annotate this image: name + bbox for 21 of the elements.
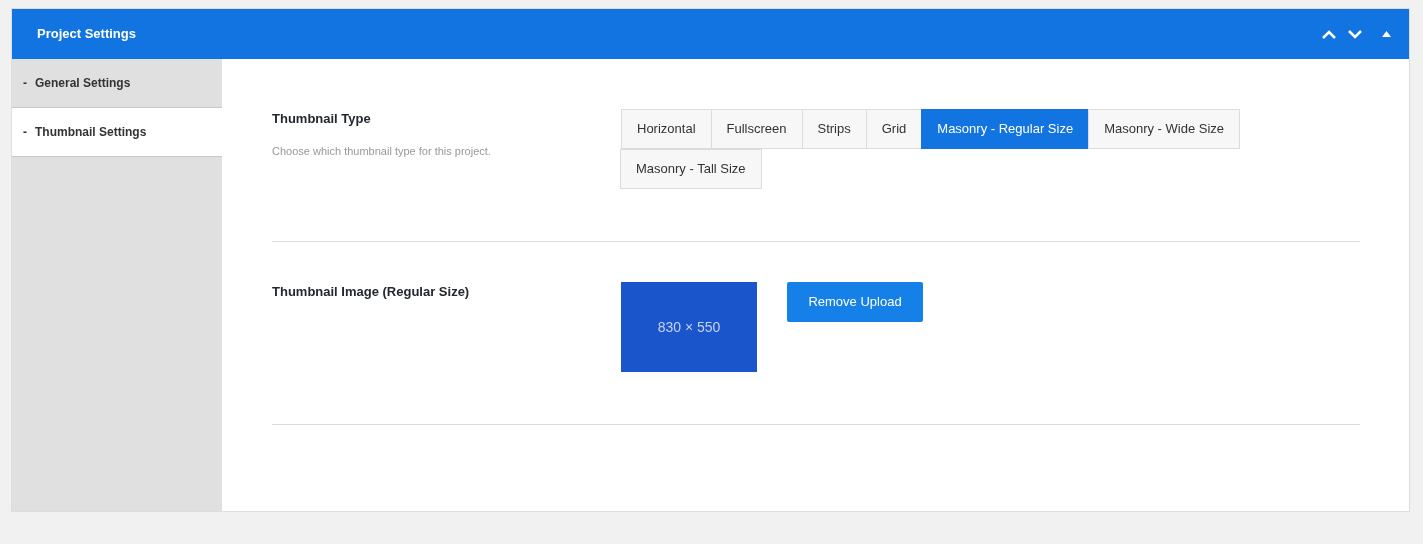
thumbnail-type-option[interactable]: Masonry - Wide Size (1088, 109, 1241, 149)
sidebar-item[interactable]: - Thumbnail Settings (12, 108, 222, 157)
field-label: Thumbnail Image (Regular Size) (272, 283, 471, 301)
panel-title: Project Settings (37, 25, 137, 44)
thumbnail-type-option[interactable]: Masonry - Tall Size (620, 149, 762, 189)
thumbnail-type-option[interactable]: Horizontal (621, 109, 712, 149)
item-marker: - (23, 75, 27, 92)
field-description: Choose which thumbnail type for this project. (272, 143, 492, 159)
remove-upload-button[interactable]: Remove Upload (787, 282, 923, 322)
collapse-triangle-icon[interactable] (1382, 31, 1391, 37)
item-label: Thumbnail Settings (35, 124, 147, 141)
thumbnail-preview: 830 × 550 (621, 282, 757, 372)
item-marker: - (23, 124, 27, 141)
field-label: Thumbnail Type (272, 110, 372, 128)
thumbnail-type-option[interactable]: Fullscreen (710, 109, 803, 149)
thumbnail-type-option[interactable]: Strips (801, 109, 867, 149)
item-label: General Settings (35, 75, 131, 92)
chevron-up-icon[interactable] (1322, 29, 1336, 39)
chevron-down-icon[interactable] (1348, 29, 1362, 39)
thumbnail-type-option[interactable]: Grid (865, 109, 923, 149)
thumbnail-type-option[interactable]: Masonry - Regular Size (921, 109, 1090, 149)
